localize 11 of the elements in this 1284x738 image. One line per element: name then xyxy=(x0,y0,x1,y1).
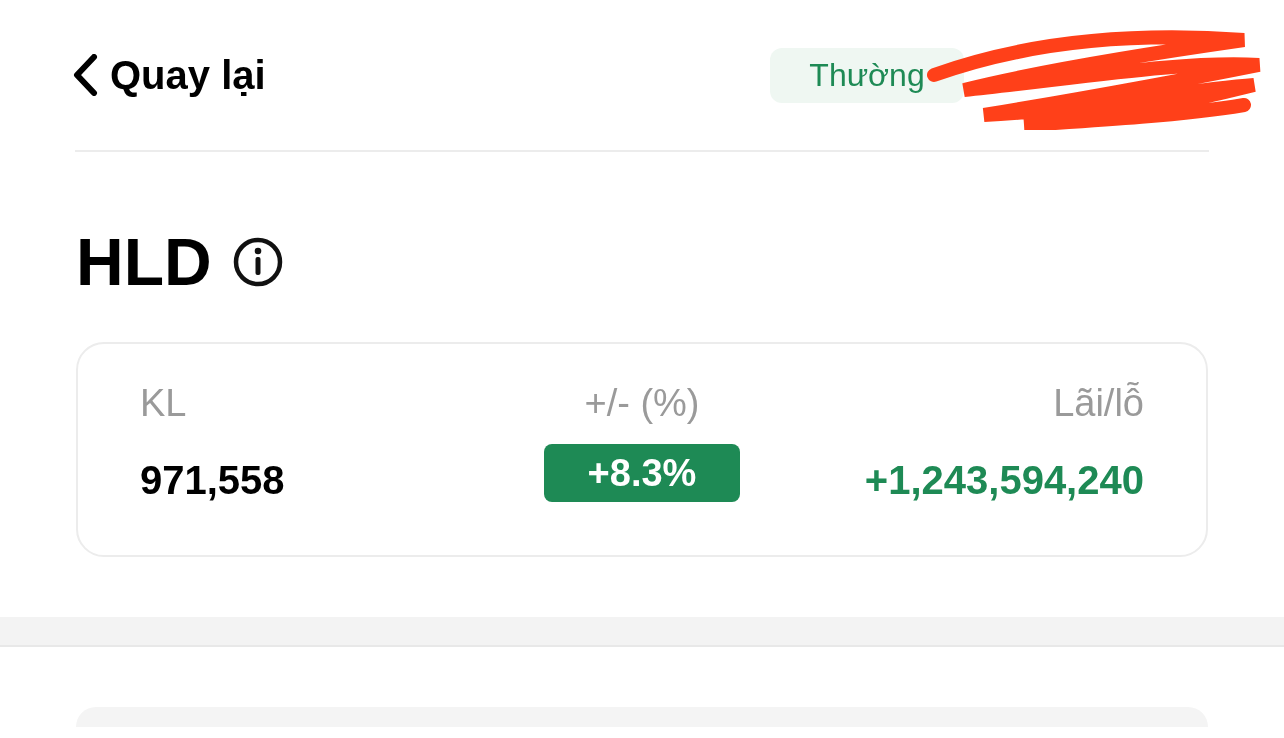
volume-value: 971,558 xyxy=(140,460,285,500)
column-label: KL xyxy=(140,384,187,422)
change-percent-badge: +8.3% xyxy=(544,444,740,502)
back-button[interactable]: Quay lại xyxy=(72,45,266,105)
chevron-left-icon xyxy=(72,54,98,96)
column-label: Lãi/lỗ xyxy=(1053,384,1144,422)
order-type-badge: Thường xyxy=(770,47,964,103)
info-icon[interactable] xyxy=(231,236,284,288)
column-label: +/- (%) xyxy=(584,384,700,422)
profit-value: +1,243,594,240 xyxy=(864,460,1144,500)
stock-symbol: HLD xyxy=(76,229,212,295)
